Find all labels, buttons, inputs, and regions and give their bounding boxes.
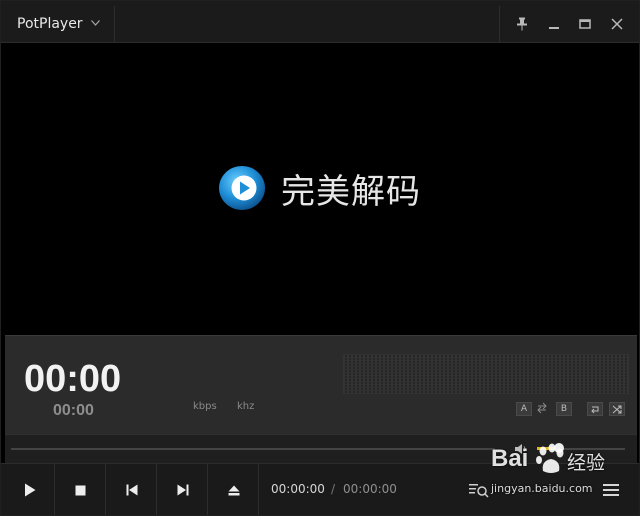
stop-icon — [75, 485, 86, 495]
stop-button[interactable] — [56, 464, 106, 515]
menu-icon[interactable] — [599, 478, 623, 502]
maximize-icon[interactable] — [573, 12, 597, 36]
app-name: PotPlayer — [17, 16, 83, 32]
prev-icon — [126, 484, 137, 496]
previous-button[interactable] — [107, 464, 157, 515]
audio-visualizer — [343, 354, 629, 394]
next-icon — [177, 484, 188, 496]
eject-button[interactable] — [209, 464, 259, 515]
logo-text: 完美解码 — [281, 171, 421, 212]
brand-logo: 完美解码 — [217, 163, 421, 213]
current-time: 00:00:00 — [271, 482, 325, 496]
ab-repeat-b-button[interactable]: B — [556, 402, 572, 416]
pin-icon[interactable] — [510, 12, 534, 36]
info-panel: 00:00 00:00 kbps khz A B — [5, 335, 637, 434]
potplayer-window: PotPlayer 完美解码 00:00 00:00 kbps khz A B … — [0, 0, 640, 516]
ab-repeat-a-button[interactable]: A — [516, 402, 532, 416]
next-button[interactable] — [158, 464, 208, 515]
seek-bar[interactable] — [11, 448, 495, 450]
video-area[interactable]: 完美解码 — [1, 43, 639, 335]
control-bar: 00:00:00 / 00:00:00 — [1, 463, 639, 515]
minimize-icon[interactable] — [542, 12, 566, 36]
repeat-icon[interactable] — [587, 402, 603, 416]
play-button[interactable] — [5, 464, 55, 515]
samplerate-label: khz — [237, 401, 255, 412]
sub-time-display: 00:00 — [53, 402, 94, 419]
shuffle-icon[interactable] — [609, 402, 625, 416]
window-controls — [499, 6, 639, 42]
volume-handle[interactable] — [554, 443, 564, 453]
volume-icon[interactable] — [513, 441, 529, 457]
bitrate-label: kbps — [193, 401, 217, 412]
play-icon — [24, 483, 35, 497]
seek-row — [5, 434, 637, 463]
title-bar: PotPlayer — [1, 1, 639, 43]
close-icon[interactable] — [605, 12, 629, 36]
time-separator: / — [331, 482, 336, 496]
eject-icon — [228, 485, 239, 495]
playlist-search-icon[interactable] — [467, 478, 491, 502]
chevron-down-icon — [90, 19, 100, 29]
ab-repeat-icon — [537, 402, 547, 417]
play-logo-icon — [219, 166, 265, 210]
app-menu-button[interactable]: PotPlayer — [5, 6, 115, 42]
elapsed-time-display: 00:00 — [24, 358, 122, 400]
total-time: 00:00:00 — [343, 482, 397, 496]
